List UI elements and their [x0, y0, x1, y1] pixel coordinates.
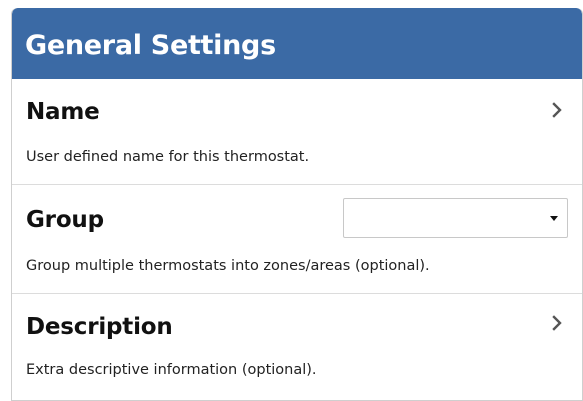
setting-title-name: Name: [26, 99, 100, 125]
general-settings-panel: General Settings Name User defined name …: [11, 8, 583, 401]
setting-row-name[interactable]: Name User defined name for this thermost…: [12, 79, 582, 185]
chevron-right-icon: [552, 315, 562, 331]
setting-row-group: Group Group multiple thermostats into zo…: [12, 185, 582, 294]
panel-header: General Settings: [12, 8, 582, 79]
setting-description-group: Group multiple thermostats into zones/ar…: [26, 258, 430, 274]
chevron-right-icon: [552, 102, 562, 118]
panel-title: General Settings: [25, 30, 276, 61]
group-select[interactable]: [343, 198, 568, 238]
setting-title-group: Group: [26, 207, 104, 233]
setting-description-description: Extra descriptive information (optional)…: [26, 362, 317, 378]
setting-description-name: User defined name for this thermostat.: [26, 149, 310, 165]
setting-title-description: Description: [26, 314, 173, 340]
setting-row-description[interactable]: Description Extra descriptive informatio…: [12, 294, 582, 400]
caret-down-icon: [550, 216, 558, 221]
